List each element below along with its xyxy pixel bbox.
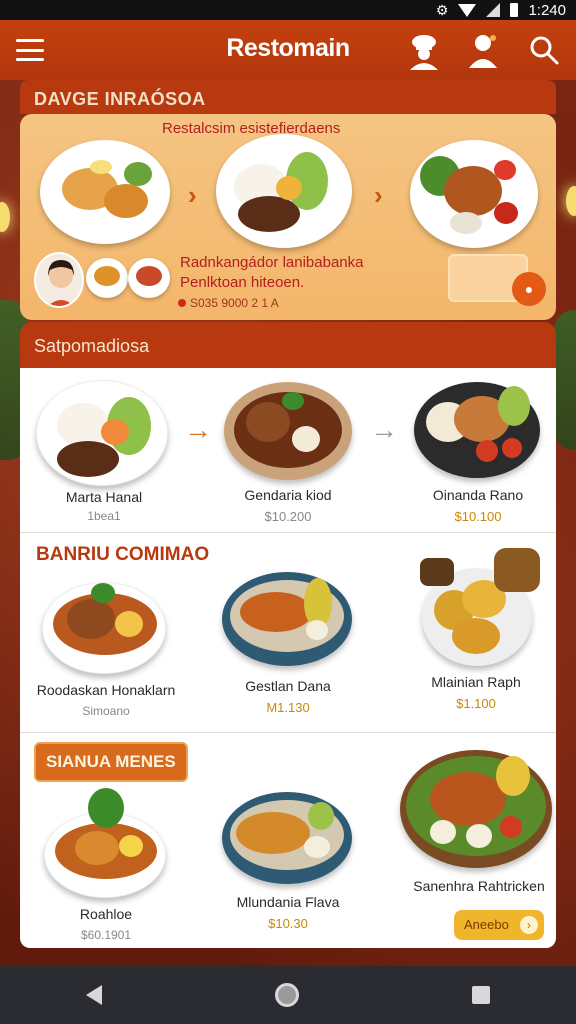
wifi-icon <box>458 3 477 17</box>
dish-item[interactable]: Gestlan Dana M1.130 <box>218 678 358 715</box>
plant-decoration <box>554 310 576 450</box>
dish-price: $10.30 <box>268 916 308 931</box>
system-nav-bar <box>0 966 576 1024</box>
dish-image <box>216 134 352 248</box>
lamp-decoration <box>566 186 576 216</box>
dish-item[interactable]: Mlainian Raph $1.100 <box>406 674 546 711</box>
record-icon <box>178 299 186 307</box>
status-time: 1:240 <box>528 1 566 19</box>
section-title: BANRIU COMIMAO <box>36 544 210 565</box>
divider <box>20 532 556 533</box>
arrow-right-icon: → <box>184 414 212 445</box>
herb-garnish-image <box>88 788 124 828</box>
menu-header-bar: Satpomadiosa <box>20 322 556 368</box>
dish-price: $60.1901 <box>80 928 132 942</box>
dish-name: Gestlan Dana <box>245 678 331 694</box>
dish-price: $1.100 <box>456 696 496 711</box>
side-bowl-image <box>494 548 540 592</box>
notification-icon: ⚙ <box>435 1 449 18</box>
dish-image[interactable] <box>36 380 168 486</box>
recent-apps-icon[interactable] <box>471 986 490 1004</box>
dish-image[interactable] <box>414 382 540 478</box>
divider <box>20 732 556 733</box>
dish-name: Oinanda Rano <box>432 487 524 503</box>
dish-item[interactable]: Roahloe $60.1901 <box>36 906 176 942</box>
search-icon[interactable] <box>528 34 560 66</box>
face-icon[interactable]: ● <box>512 272 546 306</box>
sauce-bowl-image <box>420 558 454 586</box>
arrow-right-icon: → <box>370 414 398 445</box>
dish-item[interactable]: Marta Hanal 1bea1 <box>34 489 174 523</box>
dish-name: Roodaskan Honaklarn <box>36 682 176 698</box>
dish-price: $10.100 <box>454 509 502 524</box>
dish-item[interactable]: Roodaskan Honaklarn Simoano <box>24 682 188 718</box>
dish-name: Marta Hanal <box>65 489 143 505</box>
more-button-label: Aneebo <box>464 917 509 932</box>
chevron-right-icon: › <box>374 180 383 210</box>
dish-item[interactable]: Sanenhra Rahtricken <box>404 878 554 894</box>
chef-icon[interactable] <box>404 32 444 70</box>
dish-price: Simoano <box>82 704 130 718</box>
dish-image[interactable] <box>222 792 352 884</box>
signal-icon <box>486 3 501 17</box>
dish-name: Roahloe <box>79 906 133 922</box>
dish-image[interactable] <box>224 382 352 480</box>
promo-subtitle: Restalcsim esistefierdaens <box>162 120 341 137</box>
dish-image <box>86 258 128 298</box>
dish-price: M1.130 <box>266 700 310 715</box>
chevron-right-icon: › <box>520 916 538 934</box>
dish-name: Mlundania Flava <box>236 894 340 910</box>
dish-name: Gendaria kiod <box>244 487 332 503</box>
section-badge: SIANUA MENES <box>34 742 188 782</box>
dish-item[interactable]: Oinanda Rano $10.100 <box>408 487 548 524</box>
more-button[interactable]: Aneebo › <box>454 910 544 940</box>
dish-image <box>410 140 538 248</box>
dish-image[interactable] <box>400 750 552 868</box>
app-bar: Restomain <box>0 20 576 80</box>
promo-code: S035 9000 2 1 A <box>178 296 279 310</box>
dish-item[interactable]: Gendaria kiod $10.200 <box>218 487 358 524</box>
dish-image[interactable] <box>222 572 352 666</box>
dish-name: Mlainian Raph <box>431 674 521 690</box>
menu-card: → → Marta Hanal 1bea1 Gendaria kiod $10.… <box>20 368 556 948</box>
promo-text: Radnkangádor lanibabanka <box>180 254 364 271</box>
promo-text: Penlktoan hiteoen. <box>180 274 305 291</box>
dish-image <box>128 258 170 298</box>
person-avatar <box>34 252 84 308</box>
dish-name: Sanenhra Rahtricken <box>413 878 545 894</box>
dish-item[interactable]: Mlundania Flava $10.30 <box>218 894 358 931</box>
user-icon[interactable] <box>466 32 500 68</box>
menu-header: Satpomadiosa <box>34 336 150 356</box>
dish-image[interactable] <box>42 582 166 674</box>
dish-image <box>40 140 170 244</box>
home-icon[interactable] <box>274 983 299 1007</box>
promo-header: DAVGE INRAÓSOA <box>20 80 556 114</box>
back-icon[interactable] <box>86 985 103 1005</box>
promo-banner[interactable]: Restalcsim esistefierdaens › › Radnkangá… <box>20 114 556 320</box>
dish-price: 1bea1 <box>87 509 121 523</box>
status-bar: ⚙ 1:240 <box>0 0 576 20</box>
dish-price: $10.200 <box>264 509 312 524</box>
chevron-right-icon: › <box>188 180 197 210</box>
promo-label: DAVGE INRAÓSOA <box>34 89 206 109</box>
battery-icon <box>510 3 519 17</box>
